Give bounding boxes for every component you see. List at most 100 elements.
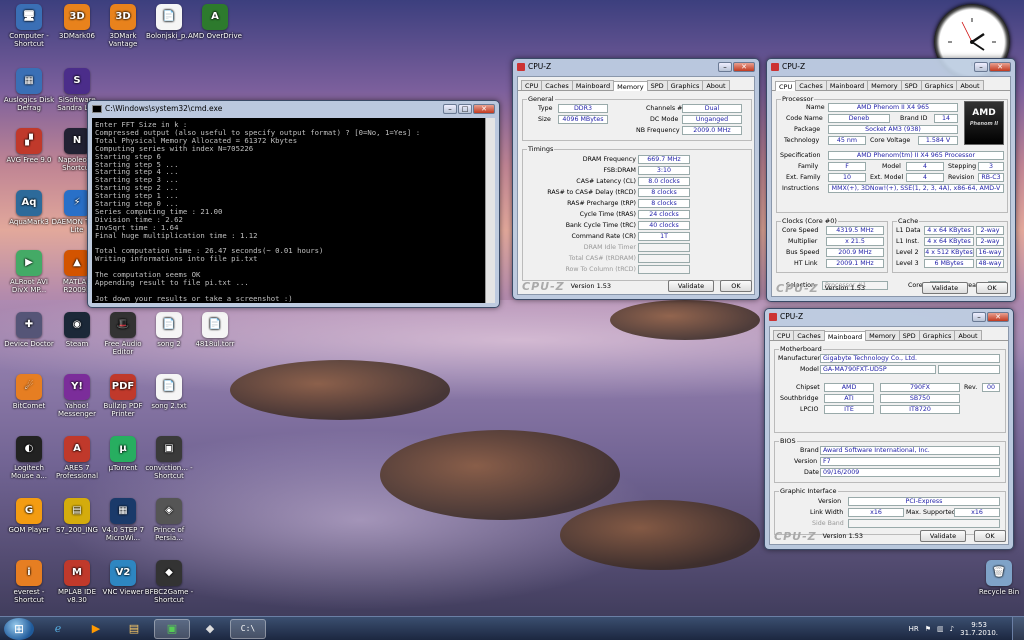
tab-caches[interactable]: Caches xyxy=(795,80,827,90)
desktop-icon[interactable]: 📄 song 2.txt xyxy=(142,374,196,410)
taskbar-ie-icon[interactable]: ℯ xyxy=(40,619,76,639)
family-value: F xyxy=(828,162,866,171)
app-icon: ☄ xyxy=(16,374,42,400)
validate-button[interactable]: Validate xyxy=(922,282,968,294)
taskbar-app-icon[interactable]: ▣ xyxy=(154,618,190,639)
desktop-icon[interactable]: 📄 4818ul.torr xyxy=(188,312,242,348)
desktop-icon[interactable]: ◈ Prince of Persia... xyxy=(142,498,196,542)
l1i-label: L1 Inst. xyxy=(896,238,920,245)
minimize-button[interactable]: – xyxy=(974,61,988,72)
taskbar-explorer-icon[interactable]: ▤ xyxy=(116,619,152,639)
desktop-icon-label: Auslogics Disk Defrag xyxy=(3,96,55,112)
stepping-label: Stepping xyxy=(948,163,977,170)
group-legend: Cache xyxy=(898,217,919,225)
ok-button[interactable]: OK xyxy=(720,280,752,292)
close-button[interactable]: ✕ xyxy=(987,311,1009,322)
desktop-icon[interactable]: A AMD OverDrive xyxy=(188,4,242,40)
close-button[interactable]: ✕ xyxy=(733,61,755,72)
tab-memory[interactable]: Memory xyxy=(613,81,648,91)
tab-spd[interactable]: SPD xyxy=(898,330,920,340)
cpuz-titlebar[interactable]: CPU-Z – ✕ xyxy=(767,59,1015,74)
desktop-icon-label: conviction... - Shortcut xyxy=(145,464,193,480)
ok-button[interactable]: OK xyxy=(976,282,1008,294)
timing-value: 8 clocks xyxy=(638,188,690,197)
cpuz-cpu-window[interactable]: CPU-Z – ✕ CPU Caches Mainboard Memory SPD Grap… xyxy=(766,58,1016,302)
maximize-button[interactable]: □ xyxy=(458,103,472,114)
desktop-icon-label: ALRoot AVI DivX MP... xyxy=(10,278,48,294)
validate-button[interactable]: Validate xyxy=(668,280,714,292)
tab-about[interactable]: About xyxy=(956,80,984,90)
desktop-icon[interactable]: ▶ ALRoot AVI DivX MP... xyxy=(2,250,56,294)
tab-cpu[interactable]: CPU xyxy=(775,81,797,91)
language-indicator[interactable]: HR xyxy=(909,625,919,633)
cpuz-memory-window[interactable]: CPU-Z – ✕ CPU Caches Mainboard Memory SPD Grap… xyxy=(512,58,760,300)
cmd-console-output[interactable]: Enter FFT Size in k : Compressed output (… xyxy=(92,118,485,303)
desktop-icon[interactable]: i everest - Shortcut xyxy=(2,560,56,604)
desktop-icon[interactable]: ◐ Logitech Mouse a... xyxy=(2,436,56,480)
group-legend: Clocks (Core #0) xyxy=(782,217,837,225)
desktop-icon[interactable]: 🗑 Recycle Bin xyxy=(972,560,1024,596)
app-icon: Aq xyxy=(16,190,42,216)
tab-memory[interactable]: Memory xyxy=(865,330,900,340)
desktop-icon[interactable]: ✚ Device Doctor xyxy=(2,312,56,348)
tab-mainboard[interactable]: Mainboard xyxy=(825,80,869,90)
ok-button[interactable]: OK xyxy=(974,530,1006,542)
system-clock[interactable]: 9:53 31.7.2010. xyxy=(960,621,998,637)
cmd-window[interactable]: C:\Windows\system32\cmd.exe – □ ✕ Enter FF… xyxy=(87,100,500,308)
close-button[interactable]: ✕ xyxy=(989,61,1011,72)
tab-caches[interactable]: Caches xyxy=(793,330,825,340)
desktop-icon[interactable]: 🖥 Computer - Shortcut xyxy=(2,4,56,48)
desktop-icon[interactable]: ▞ AVG Free 9.0 xyxy=(2,128,56,164)
minimize-button[interactable]: – xyxy=(443,103,457,114)
manufacturer-value: Gigabyte Technology Co., Ltd. xyxy=(820,354,1000,363)
validate-button[interactable]: Validate xyxy=(920,530,966,542)
group-legend: Motherboard xyxy=(780,345,822,353)
lpcio-model-value: IT8720 xyxy=(880,405,960,414)
minimize-button[interactable]: – xyxy=(718,61,732,72)
timings-group: Timings xyxy=(522,145,752,281)
cpuz-mainboard-window[interactable]: CPU-Z – ✕ CPU Caches Mainboard Memory SPD Grap… xyxy=(764,308,1014,550)
tab-spd[interactable]: SPD xyxy=(646,80,668,90)
tray-volume-icon[interactable]: ♪ xyxy=(950,625,954,633)
l1d-label: L1 Data xyxy=(896,227,921,234)
start-button[interactable]: ⊞ xyxy=(4,617,34,640)
desktop-icon[interactable]: G GOM Player xyxy=(2,498,56,534)
tab-graphics[interactable]: Graphics xyxy=(918,330,956,340)
dcmode-value: Unganged xyxy=(682,115,742,124)
minimize-button[interactable]: – xyxy=(972,311,986,322)
timing-label: FSB:DRAM xyxy=(603,167,636,174)
cpuz-titlebar[interactable]: CPU-Z – ✕ xyxy=(513,59,759,74)
tab-spd[interactable]: SPD xyxy=(900,80,922,90)
app-icon: A xyxy=(64,436,90,462)
tab-graphics[interactable]: Graphics xyxy=(920,80,958,90)
app-icon: ▣ xyxy=(156,436,182,462)
tab-about[interactable]: About xyxy=(702,80,730,90)
tab-cpu[interactable]: CPU xyxy=(773,330,795,340)
tab-about[interactable]: About xyxy=(954,330,982,340)
revision-label: Revision xyxy=(948,174,975,181)
tab-mainboard[interactable]: Mainboard xyxy=(823,331,867,341)
taskbar-media-player-icon[interactable]: ▶ xyxy=(78,619,114,639)
tray-network-icon[interactable]: ▥ xyxy=(937,625,944,633)
show-desktop-button[interactable] xyxy=(1012,617,1024,640)
cmd-scrollbar[interactable] xyxy=(485,118,495,303)
cmd-titlebar[interactable]: C:\Windows\system32\cmd.exe – □ ✕ xyxy=(88,101,499,116)
taskbar-cmd-icon[interactable]: C:\ xyxy=(230,618,266,639)
desktop-icon[interactable]: Aq AquaMark3 xyxy=(2,190,56,226)
tab-caches[interactable]: Caches xyxy=(541,80,573,90)
taskbar-cpuz-icon[interactable]: ◆ xyxy=(192,619,228,639)
tray-flag-icon[interactable]: ⚑ xyxy=(925,625,931,633)
cpuz-titlebar[interactable]: CPU-Z – ✕ xyxy=(765,309,1013,324)
tab-graphics[interactable]: Graphics xyxy=(666,80,704,90)
type-label: Type xyxy=(538,105,553,112)
desktop-icon[interactable]: ▣ conviction... - Shortcut xyxy=(142,436,196,480)
tab-memory[interactable]: Memory xyxy=(867,80,902,90)
tab-cpu[interactable]: CPU xyxy=(521,80,543,90)
desktop-icon[interactable]: ☄ BitComet xyxy=(2,374,56,410)
desktop-icon[interactable]: ◆ BFBC2Game - Shortcut xyxy=(142,560,196,604)
close-button[interactable]: ✕ xyxy=(473,103,495,114)
desktop-icon[interactable]: ▦ Auslogics Disk Defrag xyxy=(2,68,56,112)
cpuz-footer: CPU-Z Version 1.53 xyxy=(770,528,1008,544)
tab-mainboard[interactable]: Mainboard xyxy=(571,80,615,90)
l1i-value: 4 x 64 KBytes xyxy=(924,237,974,246)
